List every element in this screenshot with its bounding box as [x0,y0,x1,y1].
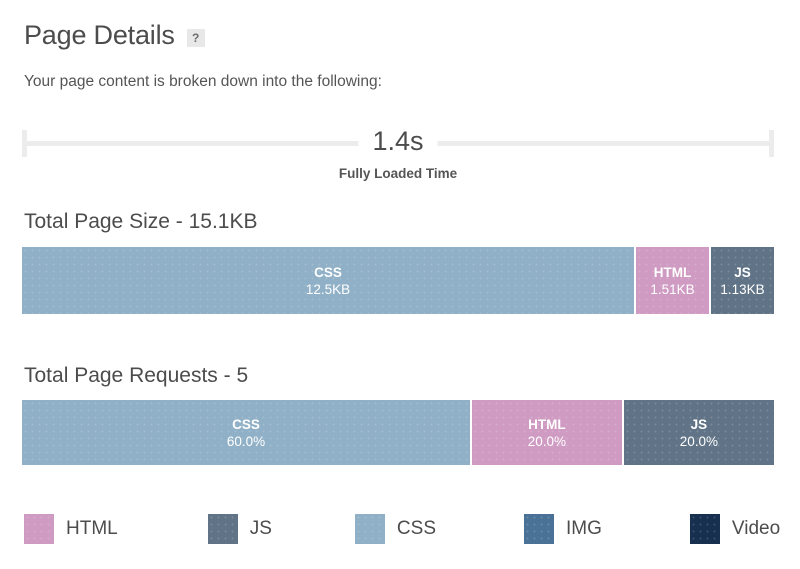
total-page-requests-bar: CSS60.0%HTML20.0%JS20.0% [22,400,774,465]
bar-segment-value: 1.13KB [720,281,764,298]
total-page-size-bar: CSS12.5KBHTML1.51KBJS1.13KB [22,247,774,314]
bar-segment-label: JS [734,264,751,281]
total-page-requests-title: Total Page Requests - 5 [24,364,248,388]
bar-segment-label: HTML [528,416,566,433]
total-page-size-title: Total Page Size - 15.1KB [24,210,257,234]
chart-legend: HTMLJSCSSIMGVideoFontOther [24,514,784,544]
legend-label: IMG [566,518,602,540]
bar-segment-value: 20.0% [528,433,566,450]
fully-loaded-time-value: 1.4s [358,123,437,159]
bar-segment-css[interactable]: CSS60.0% [22,400,470,465]
legend-swatch-js [208,514,238,544]
fully-loaded-timeline: 1.4s Fully Loaded Time [22,130,774,160]
legend-item-html[interactable]: HTML [24,514,118,544]
page-details-panel: Page Details ? Your page content is brok… [0,0,800,569]
legend-item-img[interactable]: IMG [524,514,602,544]
page-title: Page Details [24,20,175,50]
page-subtitle: Your page content is broken down into th… [24,73,382,91]
bar-segment-label: CSS [314,264,342,281]
bar-segment-label: CSS [232,416,260,433]
header: Page Details ? [24,20,205,50]
bar-segment-html[interactable]: HTML1.51KB [636,247,709,314]
legend-swatch-img [524,514,554,544]
bar-segment-value: 60.0% [227,433,265,450]
legend-label: HTML [66,518,118,540]
bar-segment-label: HTML [654,264,692,281]
bar-segment-js[interactable]: JS20.0% [624,400,774,465]
legend-label: JS [250,518,272,540]
bar-segment-value: 1.51KB [650,281,694,298]
legend-label: CSS [397,518,436,540]
bar-segment-js[interactable]: JS1.13KB [711,247,774,314]
bar-segment-html[interactable]: HTML20.0% [472,400,622,465]
legend-swatch-video [690,514,720,544]
timeline-cap-right [769,130,774,157]
bar-segment-value: 12.5KB [306,281,350,298]
legend-item-css[interactable]: CSS [355,514,436,544]
timeline-cap-left [22,130,27,157]
legend-item-video[interactable]: Video [690,514,780,544]
help-icon[interactable]: ? [187,29,205,47]
legend-label: Video [732,518,780,540]
legend-swatch-css [355,514,385,544]
legend-item-js[interactable]: JS [208,514,272,544]
legend-swatch-html [24,514,54,544]
bar-segment-css[interactable]: CSS12.5KB [22,247,634,314]
bar-segment-label: JS [691,416,708,433]
bar-segment-value: 20.0% [680,433,718,450]
fully-loaded-time-label: Fully Loaded Time [22,166,774,181]
